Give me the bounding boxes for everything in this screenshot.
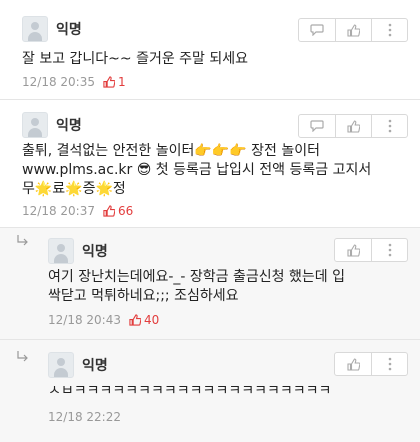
like-count: 66: [117, 204, 134, 218]
like-count-group: 66: [103, 204, 133, 218]
like-button[interactable]: [335, 115, 371, 137]
thumbs-up-icon: [129, 314, 141, 326]
comment-time: 12/18 22:22: [48, 410, 121, 424]
avatar[interactable]: [22, 112, 48, 138]
like-count: 40: [143, 313, 160, 327]
like-count-group: 40: [129, 313, 159, 327]
reply-arrow-icon: [17, 235, 28, 246]
comment-header: 익명: [22, 112, 82, 138]
avatar[interactable]: [48, 238, 74, 264]
more-icon: [388, 243, 391, 257]
comment-actions: [334, 238, 408, 262]
more-button[interactable]: [371, 19, 407, 41]
comment-text-line: 싹닫고 먹튀하네요;;; 조심하세요: [48, 288, 239, 304]
reply-arrow-icon: [17, 351, 28, 362]
comment-meta: 12/18 20:35 1: [22, 75, 126, 89]
speech-bubble-icon: [310, 24, 324, 36]
like-count: 1: [117, 75, 126, 89]
author-name[interactable]: 익명: [82, 241, 108, 261]
thumbs-up-icon: [346, 357, 360, 371]
more-icon: [388, 119, 391, 133]
author-name[interactable]: 익명: [82, 355, 108, 375]
avatar[interactable]: [22, 16, 48, 42]
comment-meta: 12/18 20:43 40: [48, 313, 159, 327]
comment-meta: 12/18 22:22: [48, 410, 121, 424]
reply-comment: 익명 여기 장난치는데에요-_- 장학금 출금신청 했는데 입 싹닫고 먹튀하네…: [0, 228, 420, 340]
thumbs-up-icon: [347, 23, 360, 37]
comment: 익명 출튀, 결석없는 안전한 놀이터👉👉👉 장전 놀이터 www.plms.a…: [0, 100, 420, 228]
author-name[interactable]: 익명: [56, 115, 82, 135]
comment-header: 익명: [22, 16, 82, 42]
comment-text: ㅅㅂㅋㅋㅋㅋㅋㅋㅋㅋㅋㅋㅋㅋㅋㅋㅋㅋㅋㅋㅋㅋ: [48, 383, 332, 399]
thumbs-up-icon: [103, 205, 115, 217]
comment-header: 익명: [48, 238, 108, 264]
more-button[interactable]: [371, 239, 407, 261]
thumbs-up-icon: [346, 243, 360, 257]
more-button[interactable]: [371, 115, 407, 137]
comment-text-line: 여기 장난치는데에요-_- 장학금 출금신청 했는데 입: [48, 269, 345, 285]
comment-text: 잘 보고 갑니다~~ 즐거운 주말 되세요: [22, 51, 249, 67]
comment: 익명 잘 보고 갑니다~~ 즐거운 주말 되세요 12/18 20:35 1: [0, 0, 420, 100]
reply-button[interactable]: [299, 19, 335, 41]
comment-text-line: 무🌟료🌟증🌟정: [22, 181, 126, 197]
like-button[interactable]: [335, 239, 371, 261]
author-name[interactable]: 익명: [56, 19, 82, 39]
comment-actions: [298, 114, 408, 138]
speech-bubble-icon: [310, 120, 324, 132]
more-icon: [388, 23, 391, 37]
like-button[interactable]: [335, 353, 371, 375]
comment-header: 익명: [48, 352, 108, 378]
more-button[interactable]: [371, 353, 407, 375]
comment-time: 12/18 20:37: [22, 204, 95, 218]
reply-comment: 익명 ㅅㅂㅋㅋㅋㅋㅋㅋㅋㅋㅋㅋㅋㅋㅋㅋㅋㅋㅋㅋㅋㅋ 12/18 22:22: [0, 340, 420, 442]
comment-actions: [298, 18, 408, 42]
comment-text-line: 출튀, 결석없는 안전한 놀이터👉👉👉 장전 놀이터: [22, 143, 320, 159]
comment-text-line: www.plms.ac.kr 😎 첫 등록금 납입시 전액 등록금 고지서: [22, 162, 372, 178]
comment-meta: 12/18 20:37 66: [22, 204, 133, 218]
avatar[interactable]: [48, 352, 74, 378]
comment-time: 12/18 20:35: [22, 75, 95, 89]
comment-time: 12/18 20:43: [48, 313, 121, 327]
like-button[interactable]: [335, 19, 371, 41]
more-icon: [388, 357, 391, 371]
thumbs-up-icon: [103, 76, 115, 88]
comment-actions: [334, 352, 408, 376]
reply-button[interactable]: [299, 115, 335, 137]
thumbs-up-icon: [347, 119, 360, 133]
like-count-group: 1: [103, 75, 126, 89]
